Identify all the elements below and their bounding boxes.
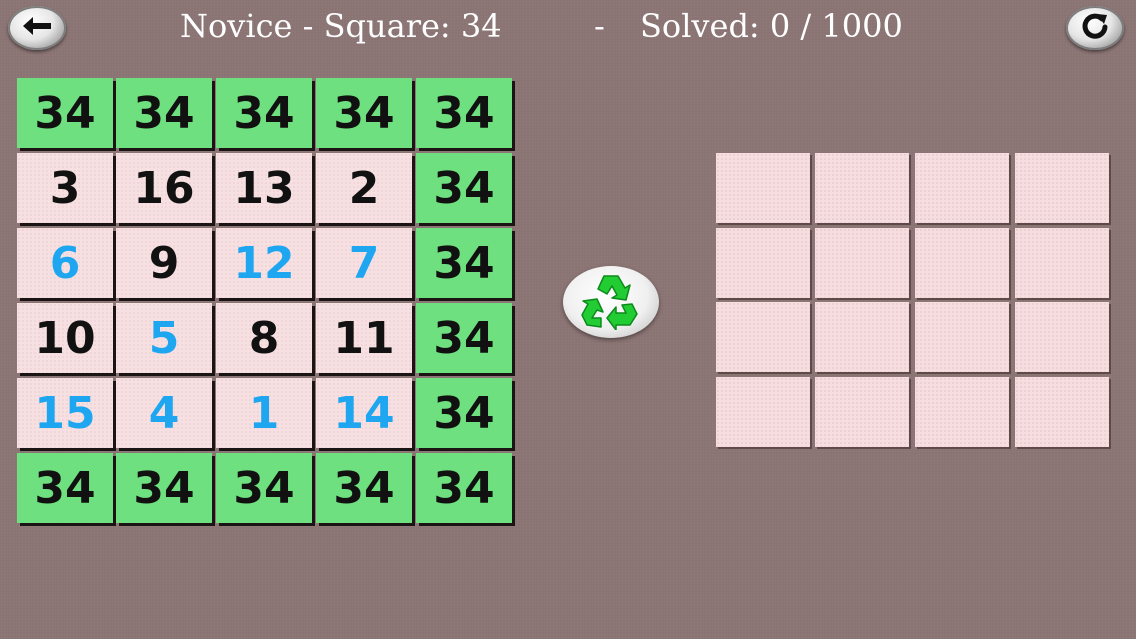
tray-slot[interactable] — [815, 153, 909, 223]
tray-slot[interactable] — [716, 153, 810, 223]
tray-slot[interactable] — [815, 302, 909, 372]
tray-slot[interactable] — [815, 377, 909, 447]
solved-counter: Solved: 0 / 1000 — [640, 7, 903, 45]
number-tile[interactable]: 6 — [17, 228, 113, 298]
tray-slot[interactable] — [1015, 153, 1109, 223]
number-tile[interactable]: 10 — [17, 303, 113, 373]
tray-slot[interactable] — [915, 302, 1009, 372]
column-sum-top: 34 — [17, 78, 113, 148]
row-sum: 34 — [416, 303, 512, 373]
number-tile[interactable]: 1 — [216, 378, 312, 448]
column-sum-top: 34 — [416, 78, 512, 148]
number-tile[interactable]: 4 — [116, 378, 212, 448]
row-sum: 34 — [416, 378, 512, 448]
column-sum-bottom: 34 — [316, 453, 412, 523]
left-arrow-icon — [20, 14, 54, 42]
tray-slot[interactable] — [915, 153, 1009, 223]
row-sum: 34 — [416, 228, 512, 298]
number-tile[interactable]: 8 — [216, 303, 312, 373]
column-sum-bottom: 34 — [216, 453, 312, 523]
column-sum-bottom: 34 — [17, 453, 113, 523]
tray-slot[interactable] — [716, 302, 810, 372]
number-tile[interactable]: 7 — [316, 228, 412, 298]
header-separator: - — [594, 7, 605, 45]
tray-slot[interactable] — [716, 377, 810, 447]
tray-slot[interactable] — [915, 228, 1009, 298]
tray-slot[interactable] — [1015, 377, 1109, 447]
number-tile[interactable]: 14 — [316, 378, 412, 448]
column-sum-bottom: 34 — [116, 453, 212, 523]
number-tile[interactable]: 5 — [116, 303, 212, 373]
number-tile[interactable]: 12 — [216, 228, 312, 298]
number-tile[interactable]: 16 — [116, 153, 212, 223]
number-tile[interactable]: 11 — [316, 303, 412, 373]
recycle-icon — [579, 270, 643, 334]
number-tile[interactable]: 9 — [116, 228, 212, 298]
shuffle-button[interactable] — [563, 266, 659, 338]
number-tile[interactable]: 3 — [17, 153, 113, 223]
column-sum-top: 34 — [216, 78, 312, 148]
restart-button[interactable] — [1066, 6, 1124, 50]
column-sum-top: 34 — [316, 78, 412, 148]
level-title: Novice - Square: 34 — [180, 7, 502, 45]
row-sum: 34 — [416, 153, 512, 223]
number-tile[interactable]: 15 — [17, 378, 113, 448]
tray-slot[interactable] — [815, 228, 909, 298]
tray-slot[interactable] — [1015, 302, 1109, 372]
tray-slot[interactable] — [915, 377, 1009, 447]
number-tile[interactable]: 13 — [216, 153, 312, 223]
column-sum-top: 34 — [116, 78, 212, 148]
back-button[interactable] — [8, 6, 66, 50]
tray-slot[interactable] — [716, 228, 810, 298]
number-tile[interactable]: 2 — [316, 153, 412, 223]
column-sum-bottom: 34 — [416, 453, 512, 523]
tray-slot[interactable] — [1015, 228, 1109, 298]
refresh-icon — [1080, 11, 1110, 45]
